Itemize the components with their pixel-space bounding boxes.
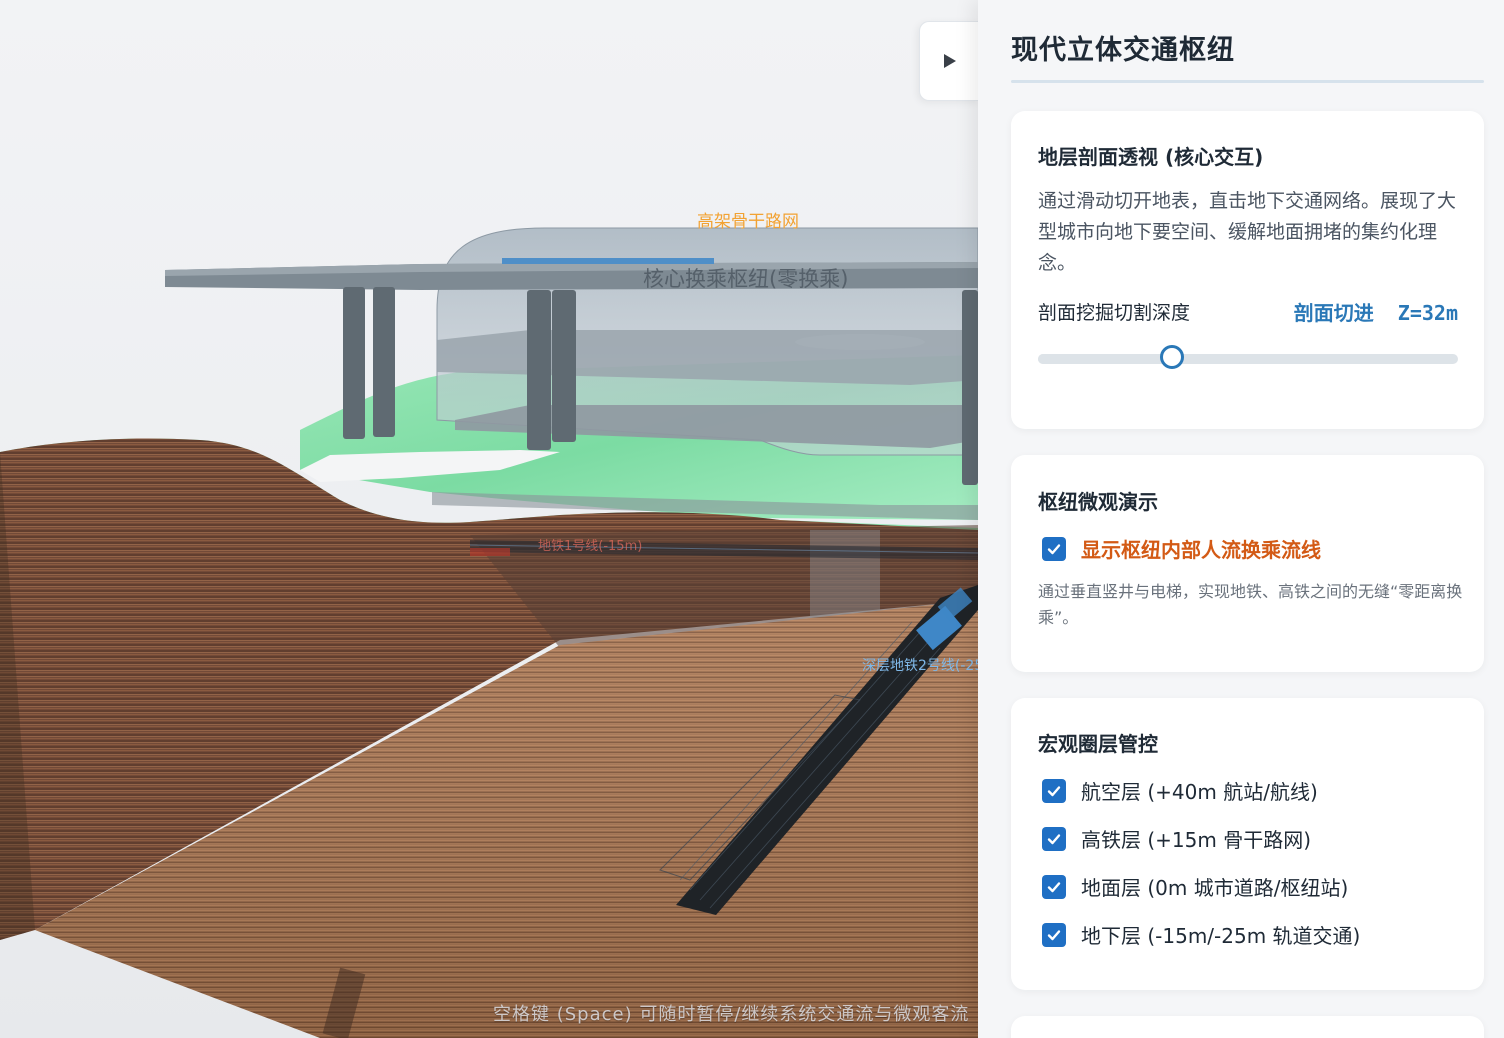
passenger-flow-checkbox[interactable]: [1042, 536, 1066, 561]
check-icon: [1047, 543, 1061, 554]
layer-label-underground: 地下层 (-15m/-25m 轨道交通): [1081, 924, 1361, 948]
hub-demo-title: 枢纽微观演示: [1038, 490, 1158, 514]
layer-checkbox-aviation[interactable]: [1042, 778, 1066, 803]
panel-title: 现代立体交通枢纽: [1011, 35, 1235, 66]
layer-checkbox-highspeed-rail[interactable]: [1042, 826, 1066, 851]
metro-line-1-label: 地铁1号线(-15m): [538, 539, 643, 554]
layer-toggle-ground[interactable]: 地面层 (0m 城市道路/枢纽站): [1042, 872, 1348, 901]
title-divider: [1011, 80, 1484, 83]
passenger-flow-toggle[interactable]: 显示枢纽内部人流换乘流线: [1042, 534, 1321, 563]
layer-toggle-underground[interactable]: 地下层 (-15m/-25m 轨道交通): [1042, 920, 1360, 949]
slider-thumb[interactable]: [1160, 345, 1185, 369]
layer-label-aviation: 航空层 (+40m 航站/航线): [1081, 780, 1318, 804]
section-view-title: 地层剖面透视 (核心交互): [1038, 145, 1264, 169]
hub-demo-description: 通过垂直竖井与电梯，实现地铁、高铁之间的无缝“零距离换乘”。: [1038, 582, 1463, 627]
panel-toggle-button[interactable]: [919, 21, 980, 101]
passenger-flow-label: 显示枢纽内部人流换乘流线: [1081, 538, 1321, 562]
check-icon: [1047, 785, 1061, 796]
cut-depth-label: 剖面挖掘切割深度: [1038, 302, 1191, 324]
hub-demo-card: 枢纽微观演示 显示枢纽内部人流换乘流线 通过垂直竖井与电梯，实现地铁、高铁之间的…: [1011, 455, 1484, 672]
cut-depth-slider[interactable]: [1038, 345, 1458, 369]
control-panel: 现代立体交通枢纽 地层剖面透视 (核心交互) 通过滑动切开地表，直击地下交通网络…: [978, 0, 1504, 1038]
layer-control-title: 宏观圈层管控: [1038, 732, 1158, 756]
play-triangle-icon: [944, 54, 956, 68]
keyboard-hint: 空格键 (Space) 可随时暂停/继续系统交通流与微观客流: [493, 1004, 970, 1025]
slider-fill: [1038, 354, 1173, 364]
layer-checkbox-ground[interactable]: [1042, 874, 1066, 899]
section-view-description: 通过滑动切开地表，直击地下交通网络。展现了大型城市向地下要空间、缓解地面拥堵的集…: [1038, 190, 1457, 274]
layer-label-highspeed-rail: 高铁层 (+15m 骨干路网): [1081, 828, 1312, 852]
scene-viewport[interactable]: 高架骨干路网 核心换乘枢纽(零换乘) 地铁1号线(-15m) 深层地铁2号线(-…: [0, 0, 978, 1038]
highway-network-label: 高架骨干路网: [697, 212, 799, 232]
layer-control-card: 宏观圈层管控 航空层 (+40m 航站/航线) 高铁层 (+15m 骨干路网) …: [1011, 698, 1484, 990]
check-icon: [1047, 833, 1061, 844]
layer-toggle-highspeed-rail[interactable]: 高铁层 (+15m 骨干路网): [1042, 824, 1311, 853]
cut-depth-value: 剖面切进 Z=32m: [1293, 301, 1458, 325]
layer-checkbox-underground[interactable]: [1042, 922, 1066, 947]
hub-label: 核心换乘枢纽(零换乘): [643, 267, 849, 291]
check-icon: [1047, 929, 1061, 940]
next-card: [1011, 1016, 1484, 1038]
layer-toggle-aviation[interactable]: 航空层 (+40m 航站/航线): [1042, 776, 1318, 805]
check-icon: [1047, 881, 1061, 892]
scene-canvas[interactable]: [0, 0, 978, 1038]
metro-line-2-label: 深层地铁2号线(-25m): [862, 658, 978, 674]
section-view-card: 地层剖面透视 (核心交互) 通过滑动切开地表，直击地下交通网络。展现了大型城市向…: [1011, 111, 1484, 429]
layer-label-ground: 地面层 (0m 城市道路/枢纽站): [1081, 876, 1349, 900]
